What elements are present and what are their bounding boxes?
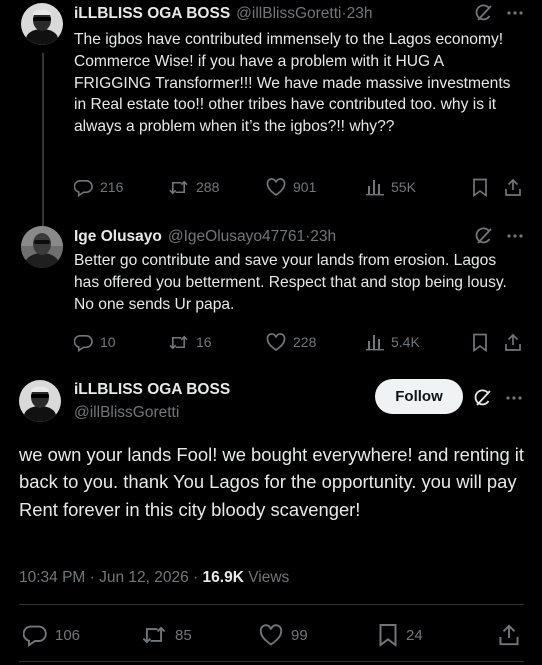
- views-button[interactable]: 5.4K: [366, 333, 472, 351]
- timestamp[interactable]: 10:34 PM · Jun 12, 2026 ·: [19, 569, 203, 586]
- views-label: Views: [243, 569, 290, 586]
- repost-button[interactable]: 85: [141, 623, 259, 647]
- views-icon: [366, 333, 384, 351]
- like-button[interactable]: 99: [259, 623, 378, 647]
- tweet-2[interactable]: Ige Olusayo @IgeOlusayo47761 · 23h Bette…: [0, 226, 542, 361]
- tweet-1[interactable]: iLLBLISS OGA BOSS @illBlissGoretti · 23h…: [0, 3, 542, 228]
- reply-button[interactable]: 10: [74, 333, 168, 352]
- like-count: 228: [293, 334, 317, 350]
- share-button[interactable]: [504, 333, 522, 352]
- bookmark-icon: [472, 333, 488, 352]
- avatar[interactable]: [21, 226, 63, 268]
- main-avatar[interactable]: [19, 380, 61, 422]
- tweet-text: Better go contribute and save your lands…: [74, 252, 507, 313]
- grok-icon[interactable]: [473, 388, 493, 408]
- follow-button[interactable]: Follow: [375, 379, 463, 414]
- more-icon[interactable]: [506, 227, 524, 245]
- share-icon: [504, 178, 522, 197]
- timestamp[interactable]: 23h: [310, 228, 336, 246]
- tweet-actions: 10 16 228 5.4K: [74, 331, 526, 353]
- display-name[interactable]: Ige Olusayo: [74, 228, 162, 246]
- divider: [19, 604, 524, 605]
- repost-icon: [168, 333, 189, 352]
- tweet-header: Ige Olusayo @IgeOlusayo47761 · 23h: [74, 226, 336, 248]
- avatar[interactable]: [21, 3, 63, 45]
- more-icon[interactable]: [505, 389, 523, 407]
- reply-count: 10: [100, 334, 116, 350]
- tweet-top-actions: [474, 226, 524, 246]
- bookmark-button[interactable]: [472, 178, 504, 197]
- tweet-text: The igbos have contributed immensely to …: [74, 31, 511, 136]
- tweet-top-actions: [474, 3, 524, 23]
- thread-line: [42, 53, 44, 228]
- reply-icon: [23, 623, 47, 647]
- tweet-metadata: 10:34 PM · Jun 12, 2026 · 16.9K Views: [19, 569, 289, 587]
- like-count: 901: [293, 179, 317, 195]
- reply-button[interactable]: 106: [23, 623, 141, 647]
- like-icon: [259, 623, 283, 647]
- share-icon: [504, 333, 522, 352]
- display-name[interactable]: iLLBLISS OGA BOSS: [74, 5, 230, 23]
- tweet-actions: 216 288 901 55K: [74, 176, 526, 198]
- bookmark-icon: [378, 623, 398, 647]
- share-button[interactable]: [504, 178, 522, 197]
- bookmark-icon: [472, 178, 488, 197]
- reply-icon: [74, 178, 93, 197]
- main-tweet-text: we own your lands Fool! we bought everyw…: [19, 444, 525, 520]
- more-icon[interactable]: [506, 4, 524, 22]
- timestamp[interactable]: 23h: [347, 5, 373, 23]
- like-icon: [266, 177, 286, 197]
- bookmark-button[interactable]: [472, 333, 504, 352]
- handle[interactable]: @IgeOlusayo47761: [168, 228, 305, 246]
- repost-count: 288: [196, 179, 220, 195]
- like-button[interactable]: 228: [266, 332, 366, 352]
- like-count: 99: [291, 626, 308, 644]
- like-icon: [266, 332, 286, 352]
- repost-button[interactable]: 16: [168, 333, 266, 352]
- views-icon: [366, 178, 384, 196]
- main-handle[interactable]: @illBlissGoretti: [74, 404, 179, 422]
- views-count: 16.9K: [202, 569, 244, 586]
- repost-count: 16: [196, 334, 212, 350]
- main-tweet-actions: 106 85 99 24: [23, 623, 523, 647]
- repost-icon: [141, 623, 167, 647]
- share-button[interactable]: [498, 623, 520, 647]
- repost-button[interactable]: 288: [168, 178, 266, 197]
- share-icon: [498, 623, 520, 647]
- like-button[interactable]: 901: [266, 177, 366, 197]
- handle[interactable]: @illBlissGoretti: [236, 5, 341, 23]
- views-count: 55K: [391, 179, 416, 195]
- reply-count: 106: [55, 626, 81, 644]
- bookmark-count: 24: [406, 626, 423, 644]
- reply-button[interactable]: 216: [74, 178, 168, 197]
- grok-icon[interactable]: [474, 3, 494, 23]
- reply-icon: [74, 333, 93, 352]
- repost-count: 85: [175, 626, 192, 644]
- views-button[interactable]: 55K: [366, 178, 472, 196]
- main-display-name[interactable]: iLLBLISS OGA BOSS: [74, 381, 230, 399]
- repost-icon: [168, 178, 189, 197]
- views-count: 5.4K: [391, 334, 420, 350]
- grok-icon[interactable]: [474, 226, 494, 246]
- reply-count: 216: [100, 179, 124, 195]
- bookmark-button[interactable]: 24: [378, 623, 498, 647]
- divider: [19, 661, 524, 662]
- tweet-header: iLLBLISS OGA BOSS @illBlissGoretti · 23h: [74, 3, 373, 25]
